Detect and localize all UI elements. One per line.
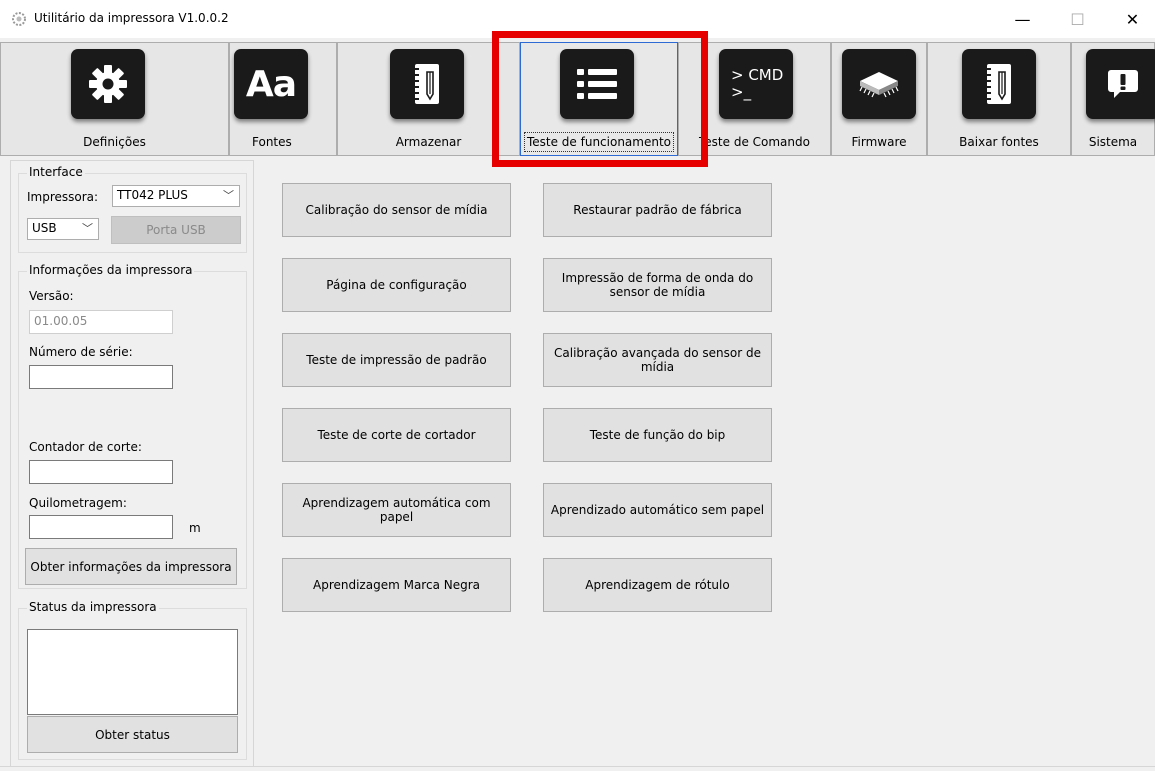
left-panel: Interface Impressora: TT042 PLUS ﹀ USB ﹀… <box>10 160 254 767</box>
printer-status-legend: Status da impressora <box>27 600 159 614</box>
printer-info-groupbox: Informações da impressora Versão: 01.00.… <box>18 263 247 589</box>
serial-number-field[interactable] <box>29 365 173 389</box>
label-learning-button[interactable]: Aprendizagem de rótulo <box>543 558 772 612</box>
terminal-cmd-icon: > CMD >_ <box>719 49 793 119</box>
printer-utility-app-icon <box>12 12 26 26</box>
toolbar-baixar-fontes-button[interactable]: Baixar fontes <box>927 42 1071 156</box>
usb-port-button[interactable]: Porta USB <box>111 216 241 244</box>
printer-select[interactable]: TT042 PLUS ﹀ <box>112 185 240 207</box>
mileage-field[interactable] <box>29 515 173 539</box>
version-field[interactable]: 01.00.05 <box>29 310 173 334</box>
printer-label: Impressora: <box>27 190 99 204</box>
font-icon: Aa <box>234 49 308 119</box>
gear-icon <box>71 49 145 119</box>
mileage-unit: m <box>189 521 201 535</box>
configuration-page-button[interactable]: Página de configuração <box>282 258 511 312</box>
serial-number-label: Número de série: <box>29 345 133 359</box>
toolbar-firmware-button[interactable]: Firmware <box>831 42 927 156</box>
printer-status-groupbox: Status da impressora Obter status <box>18 600 247 760</box>
notebook-pencil-icon <box>390 49 464 119</box>
minimize-button[interactable]: — <box>1000 0 1045 38</box>
toolbar-definicoes-button[interactable]: Definições <box>0 42 229 156</box>
interface-legend: Interface <box>27 165 85 179</box>
close-button[interactable]: ✕ <box>1110 0 1155 38</box>
toolbar-label: Baixar fontes <box>959 135 1039 149</box>
factory-reset-button[interactable]: Restaurar padrão de fábrica <box>543 183 772 237</box>
printer-status-textarea[interactable] <box>27 629 238 715</box>
window-title: Utilitário da impressora V1.0.0.2 <box>34 11 229 25</box>
get-printer-info-button[interactable]: Obter informações da impressora <box>25 548 237 585</box>
black-mark-learning-button[interactable]: Aprendizagem Marca Negra <box>282 558 511 612</box>
pattern-print-test-button[interactable]: Teste de impressão de padrão <box>282 333 511 387</box>
toolbar-label: Definições <box>83 135 146 149</box>
red-highlight-box <box>492 31 708 167</box>
port-select-value: USB <box>32 221 57 235</box>
auto-learn-without-paper-button[interactable]: Aprendizado automático sem papel <box>543 483 772 537</box>
chevron-down-icon: ﹀ <box>82 222 93 235</box>
version-label: Versão: <box>29 289 74 303</box>
cutter-test-button[interactable]: Teste de corte de cortador <box>282 408 511 462</box>
media-sensor-waveform-button[interactable]: Impressão de forma de onda do sensor de … <box>543 258 772 312</box>
toolbar-sistema-button[interactable]: Sistema <box>1071 42 1155 156</box>
cut-counter-label: Contador de corte: <box>29 440 142 454</box>
alert-icon <box>1086 49 1155 119</box>
auto-learn-with-paper-button[interactable]: Aprendizagem automática com papel <box>282 483 511 537</box>
toolbar-label: Firmware <box>851 135 907 149</box>
media-sensor-calibration-button[interactable]: Calibração do sensor de mídia <box>282 183 511 237</box>
chevron-down-icon: ﹀ <box>223 189 234 202</box>
mileage-label: Quilometragem: <box>29 496 127 510</box>
maximize-button[interactable]: ☐ <box>1055 0 1100 38</box>
toolbar-label: Fontes <box>252 135 292 149</box>
chip-icon <box>842 49 916 119</box>
printer-select-value: TT042 PLUS <box>117 188 188 202</box>
status-strip <box>0 766 1155 767</box>
notebook-pencil-icon <box>962 49 1036 119</box>
toolbar-label: Sistema <box>1088 135 1138 149</box>
interface-groupbox: Interface Impressora: TT042 PLUS ﹀ USB ﹀… <box>18 165 247 253</box>
toolbar-fontes-button[interactable]: Aa Fontes <box>229 42 337 156</box>
cut-counter-field[interactable] <box>29 460 173 484</box>
printer-info-legend: Informações da impressora <box>27 263 195 277</box>
advanced-sensor-calibration-button[interactable]: Calibração avançada do sensor de mídia <box>543 333 772 387</box>
get-status-button[interactable]: Obter status <box>27 716 238 753</box>
beep-function-test-button[interactable]: Teste de função do bip <box>543 408 772 462</box>
port-select[interactable]: USB ﹀ <box>27 218 99 240</box>
